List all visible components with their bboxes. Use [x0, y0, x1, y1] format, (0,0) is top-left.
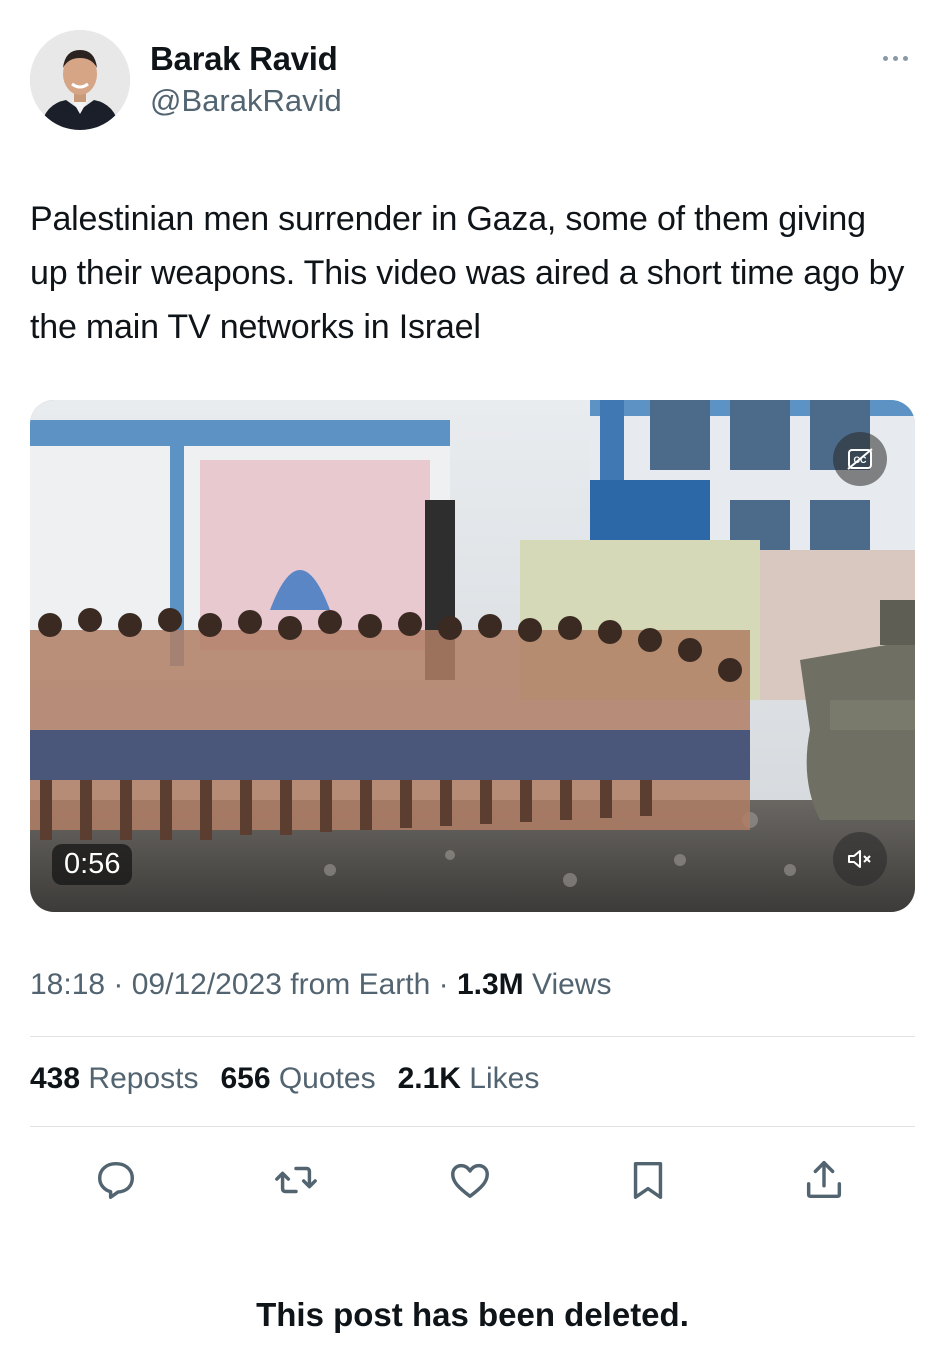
quotes-label: Quotes — [270, 1062, 376, 1095]
video-player[interactable]: CC 0:56 — [30, 400, 915, 912]
likes-count: 2.1K — [397, 1062, 461, 1095]
bookmark-button[interactable] — [620, 1152, 676, 1208]
meta-separator: · — [105, 968, 132, 1001]
views-label: Views — [523, 968, 612, 1001]
share-button[interactable] — [796, 1152, 852, 1208]
divider — [30, 1036, 915, 1037]
bookmark-icon — [633, 1161, 663, 1199]
post-text: Palestinian men surrender in Gaza, some … — [30, 200, 905, 346]
video-thumbnail — [30, 400, 915, 912]
author-handle[interactable]: @BarakRavid — [150, 83, 342, 119]
divider — [30, 1126, 915, 1127]
likes-label: Likes — [460, 1062, 540, 1095]
reply-button[interactable] — [88, 1152, 144, 1208]
views-count: 1.3M — [456, 968, 524, 1001]
post-source: from Earth — [281, 968, 431, 1001]
action-bar — [0, 1152, 945, 1208]
closed-captions-off-icon: CC — [847, 448, 873, 470]
reposts-label: Reposts — [80, 1062, 199, 1095]
engagement-stats: 438 Reposts 656 Quotes 2.1K Likes — [30, 1062, 539, 1096]
post-time[interactable]: 18:18 — [30, 968, 105, 1001]
post-date[interactable]: 09/12/2023 — [132, 968, 282, 1001]
deleted-notice: This post has been deleted. — [256, 1296, 689, 1333]
share-icon — [806, 1161, 842, 1199]
like-icon — [451, 1163, 489, 1199]
author-name[interactable]: Barak Ravid — [150, 40, 338, 78]
mute-button[interactable] — [833, 832, 887, 886]
quotes-stat[interactable]: 656 Quotes — [220, 1062, 375, 1096]
reposts-stat[interactable]: 438 Reposts — [30, 1062, 198, 1096]
avatar[interactable] — [30, 30, 130, 130]
reply-icon — [97, 1161, 135, 1199]
like-button[interactable] — [442, 1152, 498, 1208]
video-duration: 0:56 — [52, 844, 133, 885]
post-metadata: 18:18 · 09/12/2023 from Earth · 1.3M Vie… — [30, 968, 611, 1002]
repost-button[interactable] — [268, 1152, 324, 1208]
avatar-photo — [30, 30, 130, 130]
more-options-icon[interactable] — [877, 48, 913, 68]
reposts-count: 438 — [30, 1062, 81, 1095]
speaker-muted-icon — [848, 850, 871, 868]
repost-icon — [275, 1166, 317, 1194]
quotes-count: 656 — [220, 1062, 271, 1095]
likes-stat[interactable]: 2.1K Likes — [398, 1062, 540, 1096]
meta-separator: · — [430, 968, 457, 1001]
closed-captions-button[interactable]: CC — [833, 432, 887, 486]
